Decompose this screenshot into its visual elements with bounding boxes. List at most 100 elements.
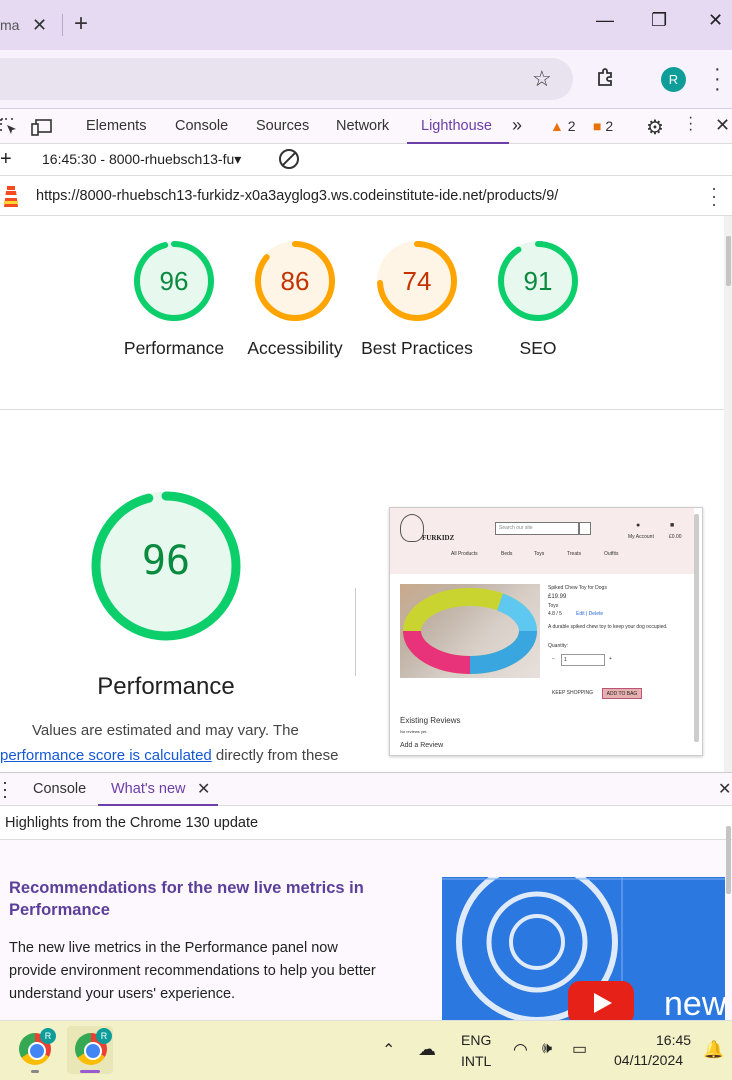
thumb-edit-delete: Edit | Delete	[576, 611, 604, 617]
close-window-icon[interactable]: ✕	[708, 10, 723, 31]
performance-title: Performance	[97, 673, 235, 700]
whats-new-heading[interactable]: Recommendations for the new live metrics…	[9, 877, 409, 921]
play-button-icon[interactable]	[568, 981, 634, 1020]
thumb-bag-icon: ■	[670, 522, 675, 529]
drawer-tab-whats-new[interactable]: What's new	[111, 781, 186, 797]
score-gauge[interactable]: 86	[254, 240, 336, 322]
page-screenshot[interactable]: FURKIDZ Search our site My Account ● ■ £…	[389, 507, 703, 756]
whats-new-video-thumbnail[interactable]: new	[442, 877, 725, 1020]
thumb-keep-shopping: KEEP SHOPPING	[552, 690, 594, 696]
device-toolbar-icon[interactable]	[31, 118, 53, 136]
new-report-icon[interactable]: +	[0, 148, 12, 171]
tab-lighthouse[interactable]: Lighthouse	[421, 118, 492, 134]
thumb-user-icon: ●	[636, 522, 641, 529]
thumb-reviews-heading: Existing Reviews	[400, 716, 461, 725]
extensions-icon[interactable]	[596, 67, 616, 87]
score-label: SEO	[519, 338, 557, 358]
taskbar-active-indicator	[80, 1070, 100, 1073]
highlights-title: Highlights from the Chrome 130 update	[5, 815, 259, 831]
audited-url-row: https://8000-rhuebsch13-furkidz-x0a3aygl…	[0, 176, 732, 216]
devtools-menu-icon[interactable]: · · ·	[688, 110, 693, 138]
settings-gear-icon[interactable]: ⚙	[646, 115, 664, 140]
tab-title: ma	[0, 17, 20, 33]
thumb-minus-icon: −	[552, 656, 555, 662]
toolbar: ☆	[0, 50, 732, 108]
thumb-add-review: Add a Review	[400, 742, 444, 749]
inspect-element-icon[interactable]	[0, 118, 18, 136]
thumb-search-icon	[579, 522, 591, 535]
score-value: 96	[159, 266, 189, 296]
thumb-nav-item: Treats	[567, 551, 581, 557]
thumb-nav-item: All Products	[451, 551, 478, 557]
score-gauge[interactable]: 74	[376, 240, 458, 322]
whats-new-header: Highlights from the Chrome 130 update	[0, 806, 732, 840]
browser-menu-icon[interactable]: · · ·	[714, 59, 721, 99]
estimate-note: Values are estimated and may vary. The	[32, 722, 299, 739]
language-top[interactable]: ENG	[461, 1032, 491, 1048]
tab-network[interactable]: Network	[336, 118, 389, 134]
score-label: Best Practices	[361, 338, 473, 358]
issues-badge[interactable]: ■ 2	[593, 118, 613, 134]
bookmark-star-icon[interactable]: ☆	[532, 66, 552, 92]
thumb-nav-item: Toys	[534, 551, 545, 557]
close-whats-new-icon[interactable]: ✕	[197, 779, 210, 799]
score-gauge[interactable]: 91	[497, 240, 579, 322]
report-scrollbar-track[interactable]	[724, 216, 732, 772]
report-scrollbar-thumb[interactable]	[726, 236, 731, 286]
thumb-no-reviews: No reviews yet.	[400, 729, 428, 734]
score-value: 74	[402, 266, 432, 296]
drawer-menu-icon[interactable]: · · ·	[2, 773, 8, 805]
thumb-plus-icon: +	[609, 656, 612, 662]
browser-tab[interactable]: ma ✕	[0, 8, 62, 42]
tab-console[interactable]: Console	[175, 118, 228, 134]
restore-icon[interactable]: ❐	[651, 10, 667, 31]
minimize-icon[interactable]: —	[596, 10, 614, 31]
audited-url[interactable]: https://8000-rhuebsch13-furkidz-x0a3aygl…	[36, 188, 558, 204]
thumb-brand: FURKIDZ	[422, 534, 455, 542]
profile-avatar[interactable]: R	[661, 67, 686, 92]
volume-icon[interactable]: 🕪	[542, 1040, 552, 1058]
chrome-profile-badge: R	[96, 1028, 112, 1044]
onedrive-cloud-icon[interactable]: ☁	[418, 1039, 436, 1060]
lighthouse-toolbar: + 16:45:30 - 8000-rhuebsch13-fu▾	[0, 144, 732, 176]
score-value: 86	[280, 266, 310, 296]
thumb-add-to-bag: ADD TO BAG	[602, 688, 642, 699]
thumb-quantity-label: Quantity:	[548, 643, 569, 649]
language-bottom[interactable]: INTL	[461, 1053, 491, 1069]
warnings-badge[interactable]: ▲ 2	[550, 118, 576, 134]
close-tab-icon[interactable]: ✕	[32, 15, 47, 36]
score-label: Performance	[123, 338, 225, 358]
performance-big-gauge: 96	[90, 490, 242, 642]
close-devtools-icon[interactable]: ✕	[715, 115, 730, 136]
new-tab-icon[interactable]: +	[74, 10, 88, 38]
tab-separator	[62, 14, 63, 36]
warning-icon: ▲	[550, 118, 564, 134]
tab-elements[interactable]: Elements	[86, 118, 146, 134]
thumb-search: Search our site	[495, 522, 579, 535]
tray-overflow-icon[interactable]: ⌃	[382, 1040, 395, 1060]
thumb-nav-item: Beds	[501, 551, 513, 557]
clear-reports-icon[interactable]	[279, 149, 299, 169]
video-title-text: new	[664, 985, 725, 1020]
drawer-scrollbar[interactable]	[726, 826, 731, 894]
score-calc-link[interactable]: performance score is calculated	[0, 747, 212, 764]
wifi-icon[interactable]: ◠	[513, 1040, 528, 1060]
report-selector[interactable]: 16:45:30 - 8000-rhuebsch13-fu▾	[42, 151, 241, 168]
estimate-note-cont: performance score is calculated directly…	[0, 747, 339, 764]
clock-time[interactable]: 16:45	[656, 1032, 691, 1048]
address-bar[interactable]	[0, 58, 573, 100]
more-tabs-icon[interactable]: »	[512, 115, 522, 136]
battery-icon[interactable]: ▭	[572, 1039, 587, 1059]
close-drawer-icon[interactable]: ✕	[718, 779, 731, 799]
thumb-product-image	[400, 584, 540, 678]
score-gauge[interactable]: 96	[133, 240, 215, 322]
drawer-tab-console[interactable]: Console	[33, 781, 86, 797]
notifications-bell-icon[interactable]: 🔔	[703, 1040, 724, 1060]
thumb-bag-total: £0.00	[669, 534, 682, 540]
thumb-price: £19.99	[548, 594, 567, 600]
dog-logo-icon	[400, 514, 424, 542]
report-menu-icon[interactable]: · · ·	[711, 179, 717, 213]
devtools-tabbar: Elements Console Sources Network Lightho…	[0, 108, 732, 144]
clock-date[interactable]: 04/11/2024	[614, 1052, 683, 1068]
tab-sources[interactable]: Sources	[256, 118, 309, 134]
